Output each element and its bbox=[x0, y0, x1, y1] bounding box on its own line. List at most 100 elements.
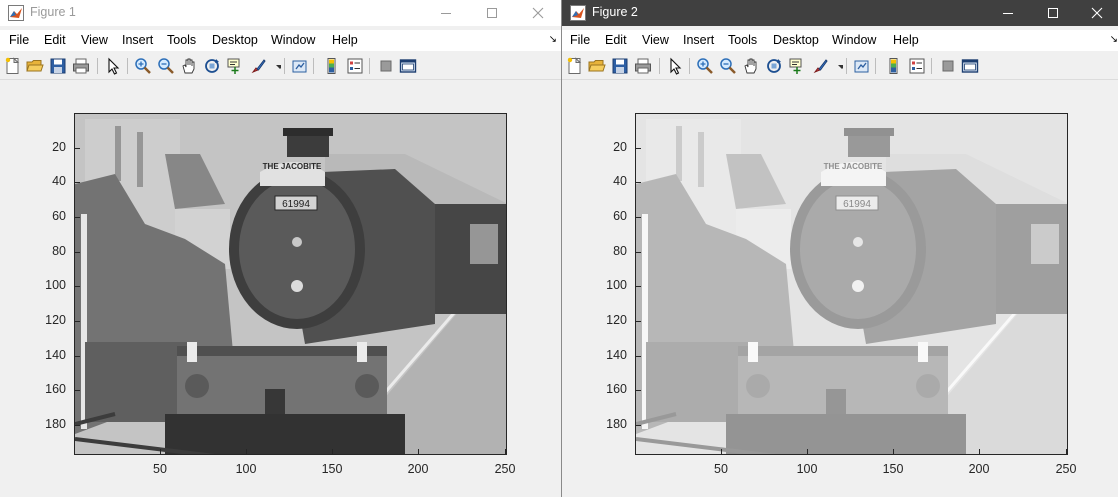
menu-tools[interactable]: Tools bbox=[728, 33, 757, 47]
number-plate-text: 61994 bbox=[282, 199, 310, 210]
pan-button[interactable] bbox=[180, 57, 198, 75]
zoom-out-icon bbox=[158, 58, 174, 74]
menu-edit[interactable]: Edit bbox=[44, 33, 66, 47]
minimize-button[interactable] bbox=[985, 0, 1031, 26]
x-tick-label: 50 bbox=[714, 462, 728, 476]
x-tick-mark bbox=[246, 449, 247, 454]
brush-dropdown-button[interactable] bbox=[833, 57, 843, 75]
print-icon bbox=[635, 58, 651, 74]
toolbar-separator bbox=[369, 58, 370, 74]
menu-edit[interactable]: Edit bbox=[605, 33, 627, 47]
brush-button[interactable] bbox=[811, 57, 829, 75]
brush-dropdown-button[interactable] bbox=[271, 57, 281, 75]
close-icon bbox=[532, 7, 544, 19]
zoom-in-icon bbox=[135, 58, 151, 74]
y-tick-mark bbox=[75, 425, 80, 426]
toolbar-separator bbox=[659, 58, 660, 74]
data-cursor-button[interactable] bbox=[226, 57, 244, 75]
menu-overflow-icon[interactable]: ↘ bbox=[549, 34, 557, 45]
maximize-button[interactable] bbox=[469, 0, 515, 26]
y-tick-label: 60 bbox=[52, 209, 66, 223]
brush-dropdown-icon bbox=[838, 65, 843, 69]
y-tick-label: 60 bbox=[613, 209, 627, 223]
x-tick-label: 200 bbox=[407, 462, 429, 476]
image-axes[interactable]: THE JACOBITE 61994 bbox=[635, 113, 1068, 455]
pan-button[interactable] bbox=[742, 57, 760, 75]
menu-overflow-icon[interactable]: ↘ bbox=[1110, 34, 1118, 45]
menu-view[interactable]: View bbox=[81, 33, 108, 47]
new-figure-button[interactable] bbox=[566, 57, 584, 75]
pointer-icon bbox=[670, 57, 682, 75]
hide-plot-tools-icon bbox=[942, 60, 954, 72]
data-cursor-button[interactable] bbox=[788, 57, 806, 75]
brush-button[interactable] bbox=[249, 57, 267, 75]
maximize-icon bbox=[1048, 8, 1058, 18]
open-file-button[interactable] bbox=[26, 57, 44, 75]
menu-desktop[interactable]: Desktop bbox=[773, 33, 819, 47]
colorbar-button[interactable] bbox=[323, 57, 341, 75]
x-tick-mark bbox=[807, 449, 808, 454]
x-tick-label: 250 bbox=[1055, 462, 1077, 476]
pointer-button[interactable] bbox=[666, 57, 684, 75]
x-tick-mark bbox=[1066, 449, 1067, 454]
y-tick-label: 40 bbox=[613, 174, 627, 188]
save-button[interactable] bbox=[49, 57, 67, 75]
y-tick-mark bbox=[75, 148, 80, 149]
x-tick-label: 200 bbox=[968, 462, 990, 476]
y-tick-mark bbox=[636, 286, 641, 287]
rotate-3d-button[interactable] bbox=[765, 57, 783, 75]
menu-help[interactable]: Help bbox=[332, 33, 358, 47]
zoom-in-button[interactable] bbox=[696, 57, 714, 75]
minimize-button[interactable] bbox=[423, 0, 469, 26]
house-window bbox=[115, 126, 121, 181]
door-handle bbox=[291, 280, 303, 292]
show-plot-tools-button[interactable] bbox=[961, 57, 979, 75]
menu-file[interactable]: File bbox=[570, 33, 590, 47]
zoom-out-button[interactable] bbox=[719, 57, 737, 75]
link-plot-button[interactable] bbox=[853, 57, 871, 75]
zoom-in-button[interactable] bbox=[134, 57, 152, 75]
menu-view[interactable]: View bbox=[642, 33, 669, 47]
menu-insert[interactable]: Insert bbox=[122, 33, 153, 47]
menu-file[interactable]: File bbox=[9, 33, 29, 47]
close-button[interactable] bbox=[1074, 0, 1118, 26]
menu-insert[interactable]: Insert bbox=[683, 33, 714, 47]
legend-icon bbox=[347, 58, 363, 74]
carriage-window bbox=[1031, 224, 1059, 264]
door-dart bbox=[292, 237, 302, 247]
y-tick-mark bbox=[75, 182, 80, 183]
image-axes[interactable]: THE JACOBITE 61994 bbox=[74, 113, 507, 455]
close-button[interactable] bbox=[515, 0, 561, 26]
new-figure-button[interactable] bbox=[4, 57, 22, 75]
y-tick-label: 80 bbox=[613, 244, 627, 258]
running-plate bbox=[738, 346, 948, 356]
toolbar-separator bbox=[284, 58, 285, 74]
print-button[interactable] bbox=[634, 57, 652, 75]
number-plate-text: 61994 bbox=[843, 199, 871, 210]
open-file-button[interactable] bbox=[588, 57, 606, 75]
hide-plot-tools-button[interactable] bbox=[377, 57, 395, 75]
legend-icon bbox=[909, 58, 925, 74]
title-bar[interactable]: Figure 1 bbox=[0, 0, 561, 26]
print-button[interactable] bbox=[72, 57, 90, 75]
hide-plot-tools-button[interactable] bbox=[939, 57, 957, 75]
rotate-3d-button[interactable] bbox=[203, 57, 221, 75]
show-plot-tools-button[interactable] bbox=[399, 57, 417, 75]
legend-button[interactable] bbox=[346, 57, 364, 75]
menu-window[interactable]: Window bbox=[832, 33, 876, 47]
brush-icon bbox=[251, 59, 266, 74]
save-button[interactable] bbox=[611, 57, 629, 75]
legend-button[interactable] bbox=[908, 57, 926, 75]
save-icon bbox=[50, 58, 66, 74]
menu-window[interactable]: Window bbox=[271, 33, 315, 47]
menu-tools[interactable]: Tools bbox=[167, 33, 196, 47]
link-plot-button[interactable] bbox=[291, 57, 309, 75]
menu-help[interactable]: Help bbox=[893, 33, 919, 47]
window-title: Figure 2 bbox=[592, 5, 638, 19]
menu-desktop[interactable]: Desktop bbox=[212, 33, 258, 47]
colorbar-button[interactable] bbox=[885, 57, 903, 75]
pointer-button[interactable] bbox=[104, 57, 122, 75]
maximize-button[interactable] bbox=[1030, 0, 1076, 26]
title-bar[interactable]: Figure 2 bbox=[562, 0, 1118, 26]
zoom-out-button[interactable] bbox=[157, 57, 175, 75]
